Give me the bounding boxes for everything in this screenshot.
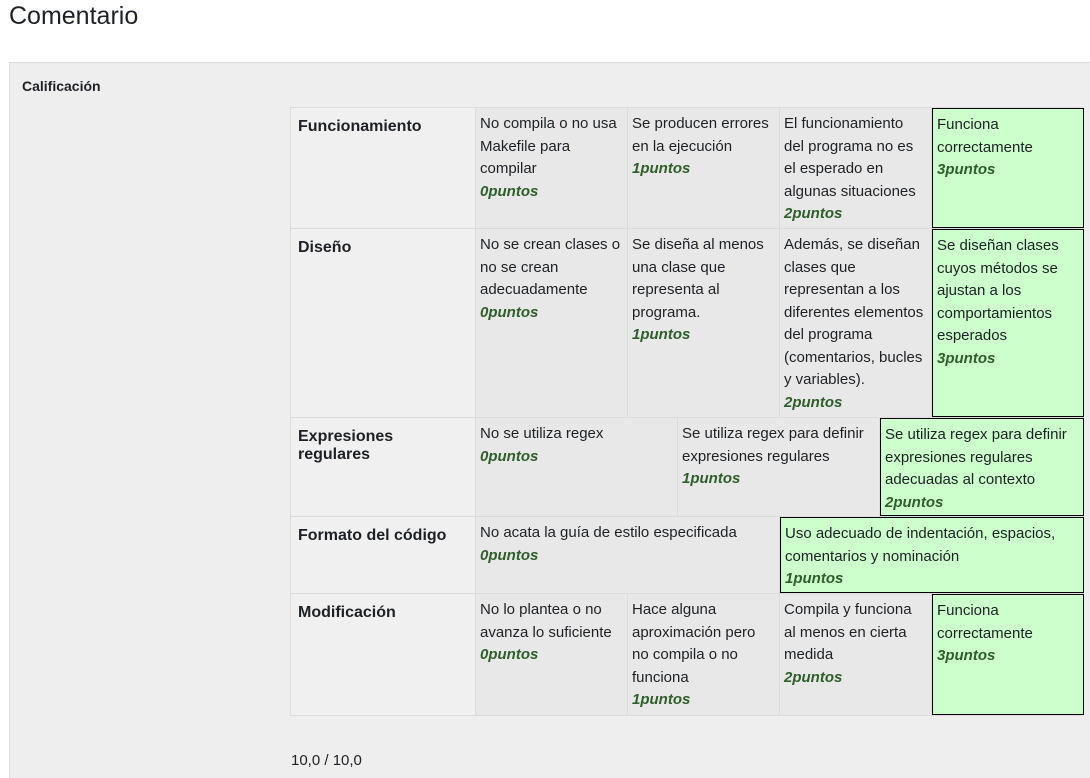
level-score: 2puntos [784,668,843,686]
level-definition: Se utiliza regex para definir expresione… [885,426,1067,488]
rubric-criterion-row: Modificación No lo plantea o no avanza lo… [291,594,1084,716]
rubric-level-selected[interactable]: Funciona correctamente 3puntos [932,594,1084,715]
rubric-level[interactable]: Hace alguna aproximación pero no compila… [628,594,780,715]
criterion-description: Formato del código [291,517,476,593]
level-score: 2puntos [784,393,843,411]
criterion-description: Modificación [291,594,476,715]
level-definition: Funciona correctamente [937,116,1033,156]
rubric-criterion-row: Expresiones regulares No se utiliza regex… [291,418,1084,517]
level-score: 0puntos [480,546,539,564]
level-definition: Además, se diseñan clases que representa… [784,236,924,388]
level-score: 2puntos [885,493,944,511]
level-definition: Se diseña al menos una clase que represe… [632,236,764,321]
rubric-level[interactable]: Se producen errores en la ejecución 1punt… [628,108,780,228]
rubric-level[interactable]: El funcionamiento del programa no es el … [780,108,932,228]
criterion-description: Funcionamiento [291,108,476,228]
rubric-level[interactable]: Se diseña al menos una clase que represe… [628,229,780,417]
rubric-level-selected[interactable]: Se diseñan clases cuyos métodos se ajust… [932,229,1084,417]
level-score: 1puntos [785,570,844,587]
level-definition: No se utiliza regex [480,425,604,442]
level-definition: Hace alguna aproximación pero no compila… [632,601,756,686]
rubric-level[interactable]: Compila y funciona al menos en cierta me… [780,594,932,715]
rubric-criterion-row: Formato del código No acata la guía de es… [291,517,1084,594]
level-definition: No lo plantea o no avanza lo suficiente [480,601,612,641]
level-definition: Uso adecuado de indentación, espacios, c… [785,525,1056,565]
rubric-criterion-row: Funcionamiento No compila o no usa Makefi… [291,108,1084,229]
rubric-level[interactable]: No se crean clases o no se crean adecuad… [476,229,628,417]
rubric-level[interactable]: Se utiliza regex para definir expresione… [678,418,880,516]
criterion-levels: No se utiliza regex 0puntos Se utiliza reg… [476,418,1084,516]
rubric-level[interactable]: No acata la guía de estilo especificada 0… [476,517,780,593]
level-score: 1puntos [632,160,691,177]
level-definition: Se utiliza regex para definir expresione… [682,425,864,465]
level-definition: Funciona correctamente [937,602,1033,642]
level-score: 3puntos [937,161,996,178]
rubric-level[interactable]: No lo plantea o no avanza lo suficiente 0… [476,594,628,715]
criterion-levels: No lo plantea o no avanza lo suficiente 0… [476,594,1084,715]
level-score: 3puntos [937,349,996,367]
criterion-levels: No compila o no usa Makefile para compil… [476,108,1084,228]
level-definition: No se crean clases o no se crean adecuad… [480,236,621,298]
level-score: 1puntos [632,326,691,343]
rubric-level-selected[interactable]: Funciona correctamente 3puntos [932,108,1084,228]
rubric-level-selected[interactable]: Se utiliza regex para definir expresione… [880,418,1084,516]
level-definition: Compila y funciona al menos en cierta me… [784,601,912,663]
level-score: 0puntos [480,646,539,663]
level-score: 1puntos [632,691,691,708]
total-score: 10,0 / 10,0 [291,752,362,769]
grading-panel: Calificación Funcionamiento No compila o … [9,62,1090,778]
page-heading: Comentario [9,2,139,30]
level-definition: No acata la guía de estilo especificada [480,524,737,541]
criterion-description: Expresiones regulares [291,418,476,516]
level-definition: El funcionamiento del programa no es el … [784,115,916,200]
grading-label: Calificación [22,78,101,94]
criterion-description: Diseño [291,229,476,417]
rubric-level[interactable]: No se utiliza regex 0puntos [476,418,678,516]
rubric-level-selected[interactable]: Uso adecuado de indentación, espacios, c… [780,517,1084,593]
level-definition: No compila o no usa Makefile para compil… [480,115,617,177]
level-score: 1puntos [682,470,741,487]
rubric-level[interactable]: No compila o no usa Makefile para compil… [476,108,628,228]
level-score: 0puntos [480,303,539,321]
level-score: 0puntos [480,447,539,465]
criterion-levels: No acata la guía de estilo especificada 0… [476,517,1084,593]
criterion-levels: No se crean clases o no se crean adecuad… [476,229,1084,417]
level-score: 3puntos [937,647,996,664]
level-definition: Se diseñan clases cuyos métodos se ajust… [937,237,1059,344]
level-score: 2puntos [784,205,843,222]
rubric-table: Funcionamiento No compila o no usa Makefi… [290,107,1084,716]
rubric-criterion-row: Diseño No se crean clases o no se crean a… [291,229,1084,418]
level-score: 0puntos [480,182,539,200]
rubric-level[interactable]: Además, se diseñan clases que representa… [780,229,932,417]
level-definition: Se producen errores en la ejecución [632,115,769,155]
